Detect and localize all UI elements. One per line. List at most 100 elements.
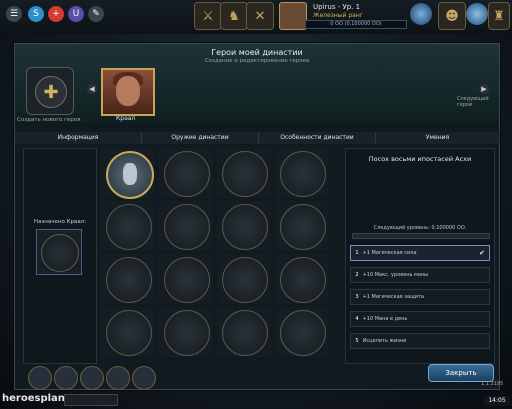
weapon-slot[interactable]: [275, 307, 329, 357]
weapon-slot[interactable]: [159, 307, 213, 357]
bonus-number: 2: [355, 272, 359, 278]
version-label: 1.1.3195: [481, 381, 504, 387]
map-icon[interactable]: [54, 366, 78, 390]
panel-subtitle: Создание и редактирование героев: [204, 58, 310, 64]
bonus-number: 5: [355, 338, 359, 344]
bonus-text: +10 Мана в день: [362, 316, 408, 322]
next-level-text: Следующий уровень: 0.100000 ОО.: [373, 225, 467, 231]
hero-face: [116, 76, 140, 106]
slot-circle: [164, 151, 210, 197]
bonus-row[interactable]: 1 +1 Магическая сила ✔: [350, 245, 490, 261]
bonus-row[interactable]: 4 +10 Мана в день: [350, 311, 490, 327]
top-bar: ☰ S + U ✎ ⚔ ♞ ✕ Upirus - Ур. 1 Железный …: [0, 0, 512, 34]
check-icon: ✔: [479, 249, 485, 257]
bonus-row[interactable]: 5 Исцелить жизни: [350, 333, 490, 349]
weapon-slot[interactable]: [275, 254, 329, 304]
assigned-weapon-slot[interactable]: [36, 229, 82, 275]
plus-icon: ✚: [35, 76, 67, 108]
prev-hero-arrow-icon[interactable]: ◀: [87, 84, 97, 94]
bonus-text: +10 Макс. уровень маны: [362, 272, 429, 278]
chat-input[interactable]: [64, 394, 118, 406]
slot-circle: [164, 257, 210, 303]
weapon-slot[interactable]: [217, 254, 271, 304]
mana-orb-icon[interactable]: [410, 3, 432, 25]
slot-circle: [222, 257, 268, 303]
hero-icon[interactable]: [28, 366, 52, 390]
assigned-label: Назначено Краал:: [33, 219, 87, 225]
weapon-slot[interactable]: [217, 201, 271, 251]
slot-circle: [164, 310, 210, 356]
plus-icon[interactable]: +: [48, 6, 64, 22]
player-name: Upirus - Ур. 1: [313, 3, 361, 11]
tab-dynasty-weapons[interactable]: Оружие династии: [142, 132, 259, 144]
menu-icon[interactable]: ☰: [6, 6, 22, 22]
warrior-icon[interactable]: ⚔: [194, 2, 222, 30]
weapon-grid: [101, 148, 343, 362]
slot-circle: [164, 204, 210, 250]
hero-portrait-icon[interactable]: ☻: [438, 2, 466, 30]
staff-artifact-icon: [123, 163, 137, 185]
assigned-weapon-column: Назначено Краал:: [23, 148, 97, 364]
bonus-number: 4: [355, 316, 359, 322]
next-hero-arrow-icon[interactable]: ▶: [479, 84, 489, 94]
slot-circle: [222, 310, 268, 356]
weapon-slot[interactable]: [217, 307, 271, 357]
world-orb-icon[interactable]: [466, 3, 488, 25]
panel-header: Герои моей династии Создание и редактиро…: [15, 44, 499, 123]
slot-circle: [280, 257, 326, 303]
slot-circle: [106, 151, 154, 199]
panel-title: Герои моей династии: [211, 48, 303, 57]
tab-skills[interactable]: Умения: [376, 132, 500, 144]
slot-circle: [280, 204, 326, 250]
tab-dynasty-traits[interactable]: Особенности династии: [259, 132, 376, 144]
weapon-slot[interactable]: [101, 254, 155, 304]
slot-circle: [280, 310, 326, 356]
level-progress-bar: [352, 233, 490, 239]
weapon-slot[interactable]: [275, 148, 329, 198]
bonus-row[interactable]: 2 +10 Макс. уровень маны: [350, 267, 490, 283]
hero-portrait[interactable]: [101, 68, 155, 116]
xp-bar: 0 ОО (0.100000 ОО): [305, 20, 407, 29]
bonus-number: 1: [355, 250, 359, 256]
bonus-text: +1 Магическая защита: [362, 294, 424, 300]
slot-circle: [280, 151, 326, 197]
assigned-slot-circle: [41, 234, 79, 272]
slot-circle: [106, 310, 152, 356]
tab-bar: Информация Оружие династии Особенности д…: [15, 132, 500, 144]
weapon-slot[interactable]: [159, 148, 213, 198]
skype-icon[interactable]: S: [28, 6, 44, 22]
player-rank: Железный ранг: [313, 12, 363, 19]
player-avatar[interactable]: [279, 2, 307, 30]
feather-icon[interactable]: ✎: [88, 6, 104, 22]
crossed-weapons-icon[interactable]: ✕: [246, 2, 274, 30]
next-hero-label: Следующий герой: [457, 96, 489, 108]
dragon-icon[interactable]: [80, 366, 104, 390]
bonus-text: +1 Магическая сила: [362, 250, 417, 256]
bonus-row[interactable]: 3 +1 Магическая защита: [350, 289, 490, 305]
hero-name: Краал: [116, 115, 136, 122]
uplay-icon[interactable]: U: [68, 6, 84, 22]
weapon-slot[interactable]: [101, 148, 155, 199]
slot-circle: [106, 204, 152, 250]
portrait-icon[interactable]: [132, 366, 156, 390]
tab-info[interactable]: Информация: [15, 132, 142, 144]
scroll-icon[interactable]: [106, 366, 130, 390]
slot-circle: [222, 204, 268, 250]
slot-circle: [222, 151, 268, 197]
weapon-slot[interactable]: [275, 201, 329, 251]
create-hero-button[interactable]: ✚: [26, 67, 74, 115]
castle-icon[interactable]: ♜: [488, 2, 510, 30]
create-hero-label: Создать нового героя: [17, 117, 81, 123]
clock: 14:05: [484, 396, 510, 406]
weapon-title: Посох восьми ипостасей Асхи: [368, 155, 472, 163]
weapon-slot[interactable]: [159, 201, 213, 251]
weapon-slot[interactable]: [217, 148, 271, 198]
weapon-slot[interactable]: [101, 307, 155, 357]
weapon-slot[interactable]: [101, 201, 155, 251]
weapon-details-panel: Посох восьми ипостасей Асхи Следующий ур…: [345, 148, 495, 364]
dynasty-heroes-panel: Герои моей династии Создание и редактиро…: [14, 43, 500, 390]
weapon-slot[interactable]: [159, 254, 213, 304]
bonus-text: Исцелить жизни: [362, 338, 407, 344]
bonus-number: 3: [355, 294, 359, 300]
dragon-icon[interactable]: ♞: [220, 2, 248, 30]
